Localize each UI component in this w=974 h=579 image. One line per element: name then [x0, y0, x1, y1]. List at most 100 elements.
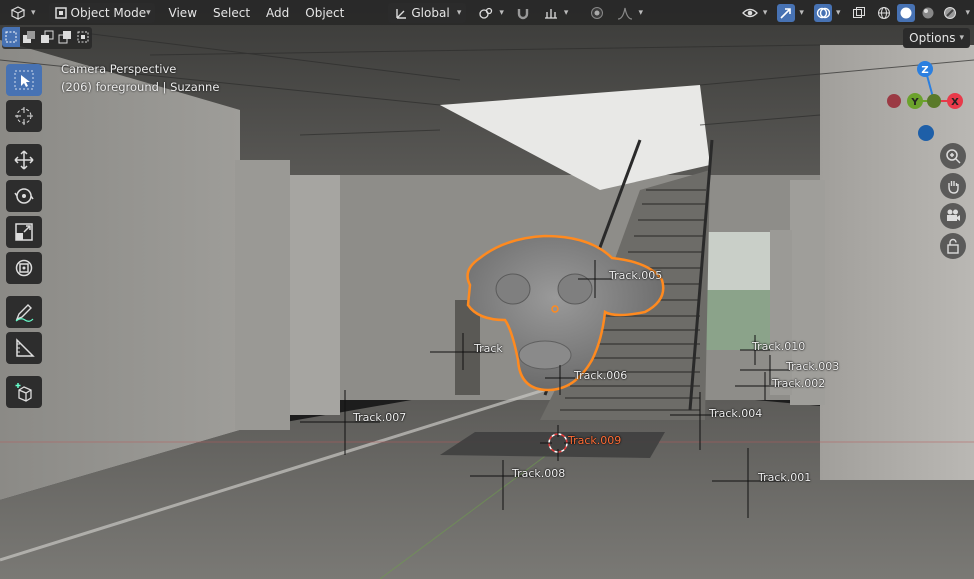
tool-shelf [4, 60, 44, 412]
overlays-icon [813, 3, 832, 22]
select-new-icon [5, 31, 17, 43]
mode-selector[interactable]: Object Mode ▾ [48, 2, 155, 23]
transform-tool[interactable] [6, 252, 42, 284]
hand-icon [948, 181, 959, 194]
select-extend-icon [23, 31, 35, 43]
camera-view-button[interactable] [940, 203, 966, 229]
select-invert-button[interactable] [56, 27, 74, 47]
select-subtract-button[interactable] [38, 27, 56, 47]
select-box-tool[interactable] [6, 64, 42, 96]
gizmo-toggle[interactable]: ▾ [772, 3, 809, 23]
xray-icon [850, 4, 868, 22]
pan-view-button[interactable] [940, 173, 966, 199]
track-marker-label-active[interactable]: Track.009 [568, 434, 621, 447]
eye-icon [741, 4, 759, 22]
options-label: Options [909, 31, 956, 45]
track-marker-label[interactable]: Track.001 [758, 471, 811, 484]
transform-orientation-selector[interactable]: Global ▾ [388, 2, 467, 23]
gizmo-x-label: X [951, 97, 959, 108]
chevron-down-icon: ▾ [456, 7, 462, 18]
select-extend-button[interactable] [20, 27, 38, 47]
rendered-sphere-icon [941, 4, 959, 22]
transform-icon [15, 259, 33, 277]
zoom-view-button[interactable] [940, 143, 966, 169]
snap-target-selector[interactable]: ▾ [537, 3, 574, 23]
viewport-header: ▾ Object Mode ▾ View Select Add Object G… [0, 0, 974, 25]
shading-wireframe-button[interactable] [873, 3, 895, 23]
track-marker-label[interactable]: Track.004 [709, 407, 762, 420]
material-sphere-icon [919, 4, 937, 22]
gizmo-y-label: Y [910, 97, 919, 108]
xray-toggle[interactable] [845, 3, 873, 23]
add-cube-icon [15, 383, 32, 402]
viewport-info-overlay: Camera Perspective (206) foreground | Su… [61, 60, 219, 96]
shading-rendered-button[interactable] [939, 3, 961, 23]
chevron-down-icon: ▾ [799, 7, 804, 18]
orientation-icon [393, 4, 411, 22]
chevron-down-icon: ▾ [835, 7, 841, 18]
track-marker-label[interactable]: Track.006 [574, 369, 627, 382]
editor-type-selector[interactable]: ▾ [4, 3, 41, 23]
proportional-editing-toggle[interactable] [583, 3, 611, 23]
track-marker-label[interactable]: Track.007 [353, 411, 406, 424]
3d-viewport[interactable]: Track.005 Track Track.006 Track.010 Trac… [0, 0, 974, 579]
pivot-point-selector[interactable]: ▾ [472, 3, 509, 23]
orientation-label: Global [411, 5, 450, 20]
shading-material-button[interactable] [917, 3, 939, 23]
select-new-button[interactable] [2, 27, 20, 47]
track-marker-label[interactable]: Track.002 [772, 377, 825, 390]
menu-view[interactable]: View [161, 3, 205, 23]
ruler-icon [16, 338, 35, 357]
menu-select[interactable]: Select [205, 3, 258, 23]
snap-increment-icon [542, 4, 560, 22]
chevron-down-icon: ▾ [959, 33, 964, 43]
track-marker-label[interactable]: Track.005 [609, 269, 662, 282]
magnet-icon [514, 4, 532, 22]
cursor-tool[interactable] [6, 100, 42, 132]
rotate-icon [14, 188, 34, 204]
snap-toggle[interactable] [509, 3, 537, 23]
track-marker-label[interactable]: Track [474, 342, 503, 355]
menu-object[interactable]: Object [297, 3, 352, 23]
annotate-tool[interactable] [6, 296, 42, 328]
selection-mode-buttons [2, 27, 92, 49]
object-visibility-selector[interactable]: ▾ [736, 3, 773, 23]
chevron-down-icon: ▾ [499, 7, 504, 18]
rotate-tool[interactable] [6, 180, 42, 212]
shading-options-dropdown[interactable]: ▾ [961, 3, 974, 23]
falloff-curve-icon [616, 4, 634, 22]
camera-icon [947, 209, 960, 221]
lock-icon [947, 238, 959, 254]
track-marker-label[interactable]: Track.003 [786, 360, 839, 373]
cursor-arrow-icon [14, 70, 34, 90]
lock-view-button[interactable] [940, 233, 966, 259]
pivot-point-icon [477, 4, 495, 22]
add-cube-tool[interactable] [6, 376, 42, 408]
shading-solid-button[interactable] [895, 3, 917, 23]
select-intersect-icon [77, 31, 89, 43]
view-name: Camera Perspective [61, 62, 177, 76]
chevron-down-icon: ▾ [965, 7, 970, 18]
overlays-toggle[interactable]: ▾ [809, 3, 846, 23]
track-marker-label[interactable]: Track.008 [512, 467, 565, 480]
options-dropdown[interactable]: Options ▾ [903, 28, 970, 48]
track-marker-label[interactable]: Track.010 [752, 340, 805, 353]
move-tool[interactable] [6, 144, 42, 176]
chevron-down-icon: ▾ [762, 7, 768, 18]
proportional-falloff-selector[interactable]: ▾ [611, 3, 648, 23]
gizmo-z-label: Z [921, 65, 928, 76]
3d-viewport-icon [9, 4, 27, 22]
chevron-down-icon: ▾ [31, 7, 36, 18]
zoom-icon [946, 149, 961, 164]
crosshair-cursor-icon [15, 107, 33, 125]
scale-tool[interactable] [6, 216, 42, 248]
menu-add[interactable]: Add [258, 3, 297, 23]
measure-tool[interactable] [6, 332, 42, 364]
chevron-down-icon: ▾ [146, 7, 151, 18]
select-intersect-button[interactable] [74, 27, 92, 47]
chevron-down-icon: ▾ [638, 7, 643, 18]
scale-icon [15, 223, 33, 241]
navigation-gizmo[interactable]: Z X Y [880, 58, 974, 148]
select-subtract-icon [41, 30, 54, 43]
solid-sphere-icon [897, 3, 916, 22]
